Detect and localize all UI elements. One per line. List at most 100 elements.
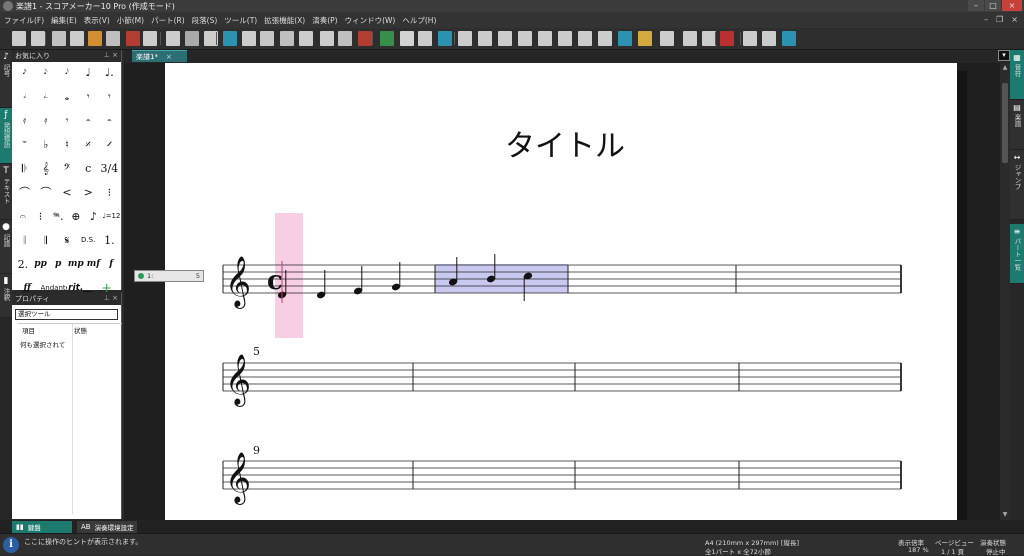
favorite-symbol[interactable]: 𝄆	[14, 160, 35, 177]
toolbar-button-28[interactable]	[538, 31, 552, 46]
toolbar-button-2[interactable]	[31, 31, 45, 46]
favorite-symbol[interactable]: >	[78, 184, 99, 201]
favorite-symbol[interactable]: 3/4	[99, 160, 120, 177]
toolbar-button-1[interactable]	[12, 31, 26, 46]
menu-window[interactable]: ウィンドウ(W)	[345, 15, 396, 26]
tab-symbols[interactable]: ♪ 記号	[0, 50, 12, 108]
maximize-button[interactable]: □	[985, 0, 1001, 11]
favorite-symbol[interactable]: ♪	[85, 208, 103, 225]
favorite-symbol[interactable]: 2.	[14, 256, 32, 273]
toolbar-button-3[interactable]	[52, 31, 66, 46]
toolbar-button-25[interactable]	[478, 31, 492, 46]
part-label[interactable]: 1: 5	[134, 270, 204, 282]
document-menu-button[interactable]: ▾	[998, 50, 1010, 61]
toolbar-button-34[interactable]	[660, 31, 674, 46]
toolbar-button-6[interactable]	[106, 31, 120, 46]
toolbar-button-12[interactable]	[223, 31, 237, 46]
favorite-symbol[interactable]: ⌒	[35, 184, 56, 201]
favorite-symbol[interactable]: 1.	[99, 232, 120, 249]
toolbar-button-36[interactable]	[702, 31, 716, 46]
favorite-symbol[interactable]: 𝅘𝅥𝅯	[14, 64, 35, 81]
toolbar-button-35[interactable]	[683, 31, 697, 46]
toolbar-button-7[interactable]	[126, 31, 140, 46]
doc-close-icon[interactable]: ×	[1011, 15, 1018, 24]
score-page[interactable]: タイトル 𝄞 𝄞 𝄞 c 5 9	[165, 63, 957, 520]
toolbar-button-19[interactable]	[358, 31, 372, 46]
favorite-symbol[interactable]: 𝄿	[35, 112, 56, 129]
treble-clef-icon[interactable]: 𝄞	[225, 256, 251, 309]
favorite-symbol[interactable]: mf	[85, 256, 103, 273]
favorite-symbol[interactable]: p	[49, 256, 67, 273]
favorite-symbol[interactable]: 𝄿	[14, 112, 35, 129]
pin-icon[interactable]: ⊥ ×	[104, 51, 118, 59]
favorite-symbol[interactable]: 𝄢	[56, 160, 77, 177]
toolbar-button-32[interactable]	[618, 31, 632, 46]
favorite-symbol[interactable]: 𝄼	[78, 112, 99, 129]
toolbar-button-18[interactable]	[338, 31, 352, 46]
doc-restore-icon[interactable]: ❐	[996, 15, 1003, 24]
toolbar-button-38[interactable]	[743, 31, 757, 46]
pin-icon[interactable]: ⊥ ×	[104, 294, 118, 302]
scroll-thumb[interactable]	[1002, 83, 1008, 163]
toolbar-button-21[interactable]	[400, 31, 414, 46]
favorite-symbol[interactable]: 𝄐	[14, 208, 32, 225]
favorite-symbol[interactable]: f	[102, 256, 120, 273]
favorite-symbol[interactable]: 𝅘𝅥𝅮	[35, 64, 56, 81]
toolbar-button-22[interactable]	[418, 31, 432, 46]
close-button[interactable]: ×	[1002, 0, 1022, 11]
favorite-symbol[interactable]: <	[56, 184, 77, 201]
favorite-symbol[interactable]: 𝅗𝅥	[14, 88, 35, 105]
favorite-symbol[interactable]: 𝄾	[78, 88, 99, 105]
favorite-symbol[interactable]: ♩	[78, 64, 99, 81]
tab-playback-settings[interactable]: AB 演奏環境設定	[77, 521, 137, 533]
favorite-symbol[interactable]: 𝅝	[56, 88, 77, 105]
favorite-symbol[interactable]: 𝄼	[99, 112, 120, 129]
doc-minimize-icon[interactable]: –	[984, 15, 988, 24]
tab-score[interactable]: ▤ 楽譜	[1010, 100, 1024, 150]
menu-view[interactable]: 表示(V)	[84, 15, 110, 26]
toolbar-button-16[interactable]	[299, 31, 313, 46]
favorite-symbol[interactable]: ⁝	[32, 208, 50, 225]
favorite-symbol[interactable]: 𝄍	[99, 136, 120, 153]
menu-tools[interactable]: ツール(T)	[224, 15, 257, 26]
menu-measure[interactable]: 小節(M)	[117, 15, 144, 26]
menu-file[interactable]: ファイル(F)	[4, 15, 44, 26]
close-tab-icon[interactable]: ×	[166, 53, 172, 61]
menu-edit[interactable]: 編集(E)	[51, 15, 77, 26]
favorite-symbol[interactable]: ⁝	[99, 184, 120, 201]
toolbar-button-27[interactable]	[518, 31, 532, 46]
toolbar-button-4[interactable]	[70, 31, 84, 46]
toolbar-button-40[interactable]	[782, 31, 796, 46]
toolbar-button-23[interactable]	[438, 31, 452, 46]
scroll-up-icon[interactable]: ▲	[1001, 64, 1009, 72]
favorite-symbol[interactable]: 𝄾	[99, 88, 120, 105]
favorite-symbol[interactable]: ♩.	[99, 64, 120, 81]
score-canvas[interactable]: タイトル 𝄞 𝄞 𝄞 c 5 9 1: 5	[124, 63, 1010, 520]
treble-clef-icon[interactable]: 𝄞	[225, 452, 251, 505]
toolbar-button-5[interactable]	[88, 31, 102, 46]
menu-extensions[interactable]: 拡張機能(X)	[264, 15, 305, 26]
favorite-symbol[interactable]: ♭	[35, 136, 56, 153]
toolbar-button-13[interactable]	[242, 31, 256, 46]
toolbar-button-26[interactable]	[498, 31, 512, 46]
favorite-symbol[interactable]: 𝄁	[14, 232, 35, 249]
score-staves[interactable]: 𝄞 𝄞 𝄞 c 5 9	[165, 63, 957, 520]
menu-part[interactable]: パート(R)	[151, 15, 185, 26]
toolbar-button-31[interactable]	[598, 31, 612, 46]
favorite-symbol[interactable]: 𝄂	[35, 232, 56, 249]
favorite-symbol[interactable]: 𝅘𝅥𝅮	[56, 64, 77, 81]
favorite-symbol[interactable]: 𝅗𝅥.	[35, 88, 56, 105]
tool-selector[interactable]: 選択ツール	[15, 309, 118, 320]
tab-notation[interactable]: ● 記譜	[0, 220, 12, 274]
toolbar-button-33[interactable]	[638, 31, 652, 46]
tab-part-list[interactable]: ≡ パート一覧	[1010, 224, 1024, 284]
favorite-symbol[interactable]: ⌒	[14, 184, 35, 201]
tab-expression[interactable]: ƒ 発想標語	[0, 108, 12, 164]
zoom-value[interactable]: 187 %	[908, 546, 929, 554]
tab-keyboard[interactable]: ▮▮ 鍵盤	[12, 521, 72, 533]
favorite-symbol[interactable]: 𝄾	[56, 112, 77, 129]
toolbar-button-10[interactable]	[185, 31, 199, 46]
favorite-symbol[interactable]: D.S.	[78, 232, 99, 249]
toolbar-button-9[interactable]	[166, 31, 180, 46]
toolbar-button-24[interactable]	[458, 31, 472, 46]
